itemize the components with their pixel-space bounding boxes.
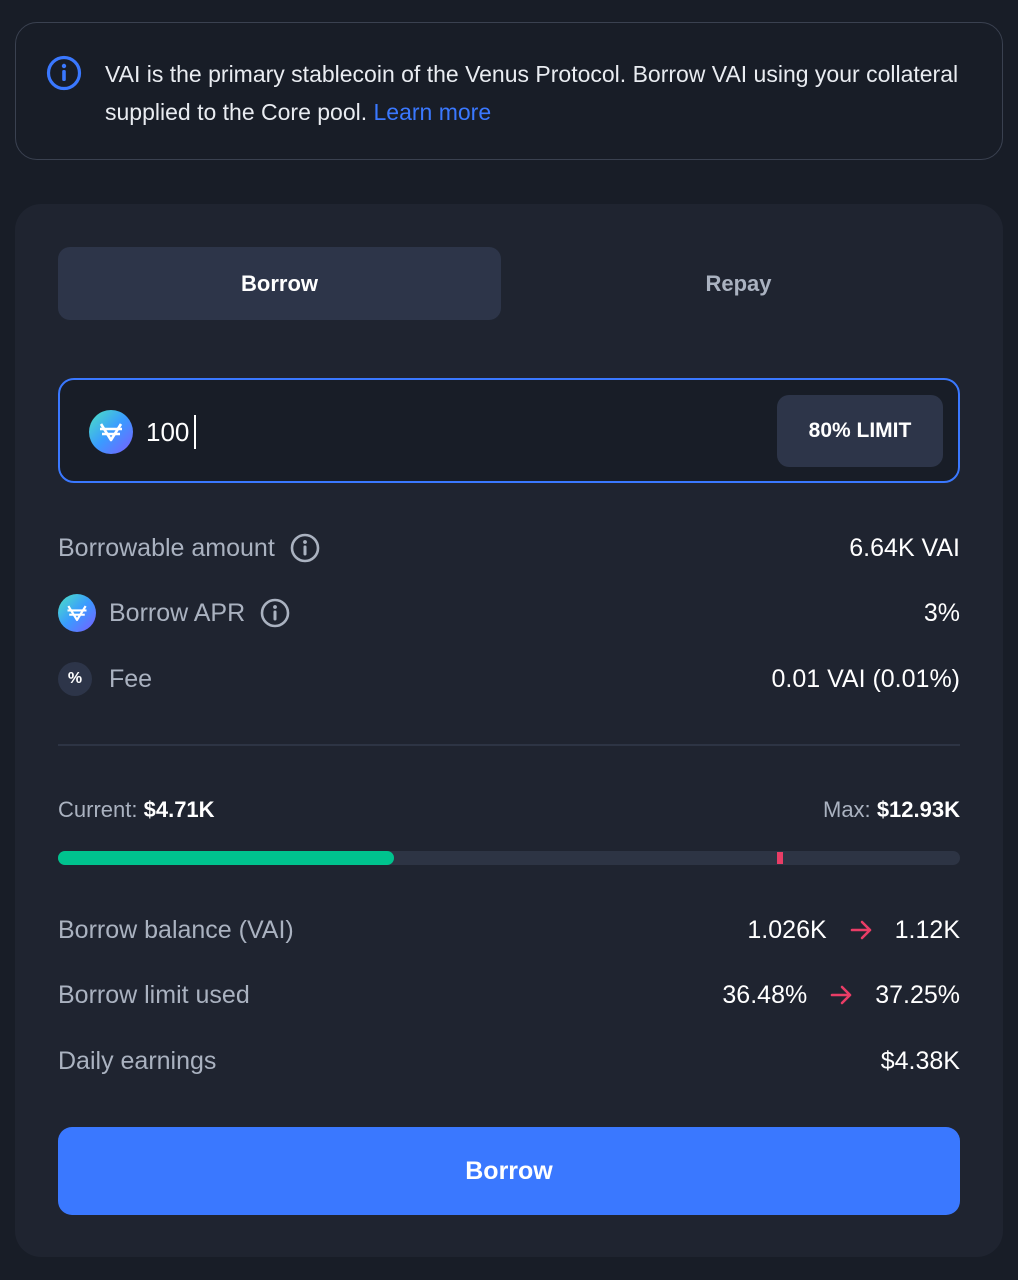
info-banner-text: VAI is the primary stablecoin of the Ven… bbox=[105, 55, 965, 131]
borrow-apr-label: Borrow APR bbox=[109, 598, 246, 627]
borrow-balance-to: 1.12K bbox=[894, 915, 960, 944]
fee-label-group: % Fee bbox=[58, 662, 152, 696]
current-limit: Current: $4.71K bbox=[58, 797, 215, 823]
borrow-button[interactable]: Borrow bbox=[58, 1127, 960, 1215]
borrow-limit-progress-bar bbox=[58, 851, 960, 865]
borrow-card: Borrow Repay 80% LIMIT Borrowable amount bbox=[15, 204, 1003, 1257]
borrow-limit-header: Current: $4.71K Max: $12.93K bbox=[58, 794, 960, 826]
daily-earnings-row: Daily earnings $4.38K bbox=[58, 1041, 960, 1081]
amount-input[interactable] bbox=[146, 408, 746, 456]
borrow-apr-value: 3% bbox=[923, 598, 960, 627]
fee-row: % Fee 0.01 VAI (0.01%) bbox=[58, 659, 960, 699]
fee-label: Fee bbox=[109, 664, 153, 693]
borrow-balance-label: Borrow balance (VAI) bbox=[58, 915, 294, 944]
info-icon[interactable] bbox=[289, 532, 321, 564]
vai-token-icon bbox=[89, 410, 133, 454]
info-banner: VAI is the primary stablecoin of the Ven… bbox=[15, 22, 1003, 160]
tab-repay[interactable]: Repay bbox=[517, 247, 960, 320]
safe-limit-marker bbox=[776, 852, 783, 864]
borrow-balance-values: 1.026K 1.12K bbox=[747, 916, 960, 945]
tab-bar: Borrow Repay bbox=[58, 247, 960, 320]
vai-token-icon bbox=[58, 594, 96, 632]
borrow-limit-used-label: Borrow limit used bbox=[58, 980, 250, 1009]
borrow-apr-label-group: Borrow APR bbox=[58, 594, 291, 632]
arrow-right-icon bbox=[830, 985, 852, 1005]
info-banner-message: VAI is the primary stablecoin of the Ven… bbox=[105, 61, 959, 125]
borrowable-amount-label-group: Borrowable amount bbox=[58, 532, 321, 564]
max-value: $12.93K bbox=[876, 797, 960, 822]
text-caret bbox=[194, 415, 196, 449]
max-label: Max: bbox=[823, 797, 871, 822]
borrow-limit-used-from: 36.48% bbox=[722, 980, 808, 1009]
borrowable-amount-row: Borrowable amount 6.64K VAI bbox=[58, 528, 960, 568]
borrowable-amount-label: Borrowable amount bbox=[58, 533, 275, 562]
amount-field[interactable]: 80% LIMIT bbox=[58, 378, 960, 483]
tab-borrow[interactable]: Borrow bbox=[58, 247, 501, 320]
borrow-limit-used-values: 36.48% 37.25% bbox=[722, 981, 960, 1010]
limit-button[interactable]: 80% LIMIT bbox=[777, 395, 943, 467]
fee-value: 0.01 VAI (0.01%) bbox=[771, 664, 960, 693]
daily-earnings-value: $4.38K bbox=[880, 1046, 960, 1075]
arrow-right-icon bbox=[850, 920, 871, 940]
borrow-limit-used-row: Borrow limit used 36.48% 37.25% bbox=[58, 975, 960, 1015]
borrowable-amount-value: 6.64K VAI bbox=[849, 533, 960, 562]
borrow-limit-progress-fill bbox=[58, 851, 394, 865]
percent-icon: % bbox=[58, 662, 92, 696]
daily-earnings-label: Daily earnings bbox=[58, 1046, 217, 1075]
learn-more-link[interactable]: Learn more bbox=[374, 99, 492, 125]
current-value: $4.71K bbox=[143, 797, 215, 822]
info-icon[interactable] bbox=[259, 597, 291, 629]
borrow-apr-row: Borrow APR 3% bbox=[58, 593, 960, 633]
divider bbox=[58, 744, 960, 746]
borrow-balance-from: 1.026K bbox=[747, 915, 827, 944]
info-icon bbox=[46, 55, 82, 91]
current-label: Current: bbox=[58, 797, 138, 822]
max-limit: Max: $12.93K bbox=[823, 797, 960, 823]
borrow-limit-used-to: 37.25% bbox=[875, 980, 960, 1009]
borrow-balance-row: Borrow balance (VAI) 1.026K 1.12K bbox=[58, 910, 960, 950]
